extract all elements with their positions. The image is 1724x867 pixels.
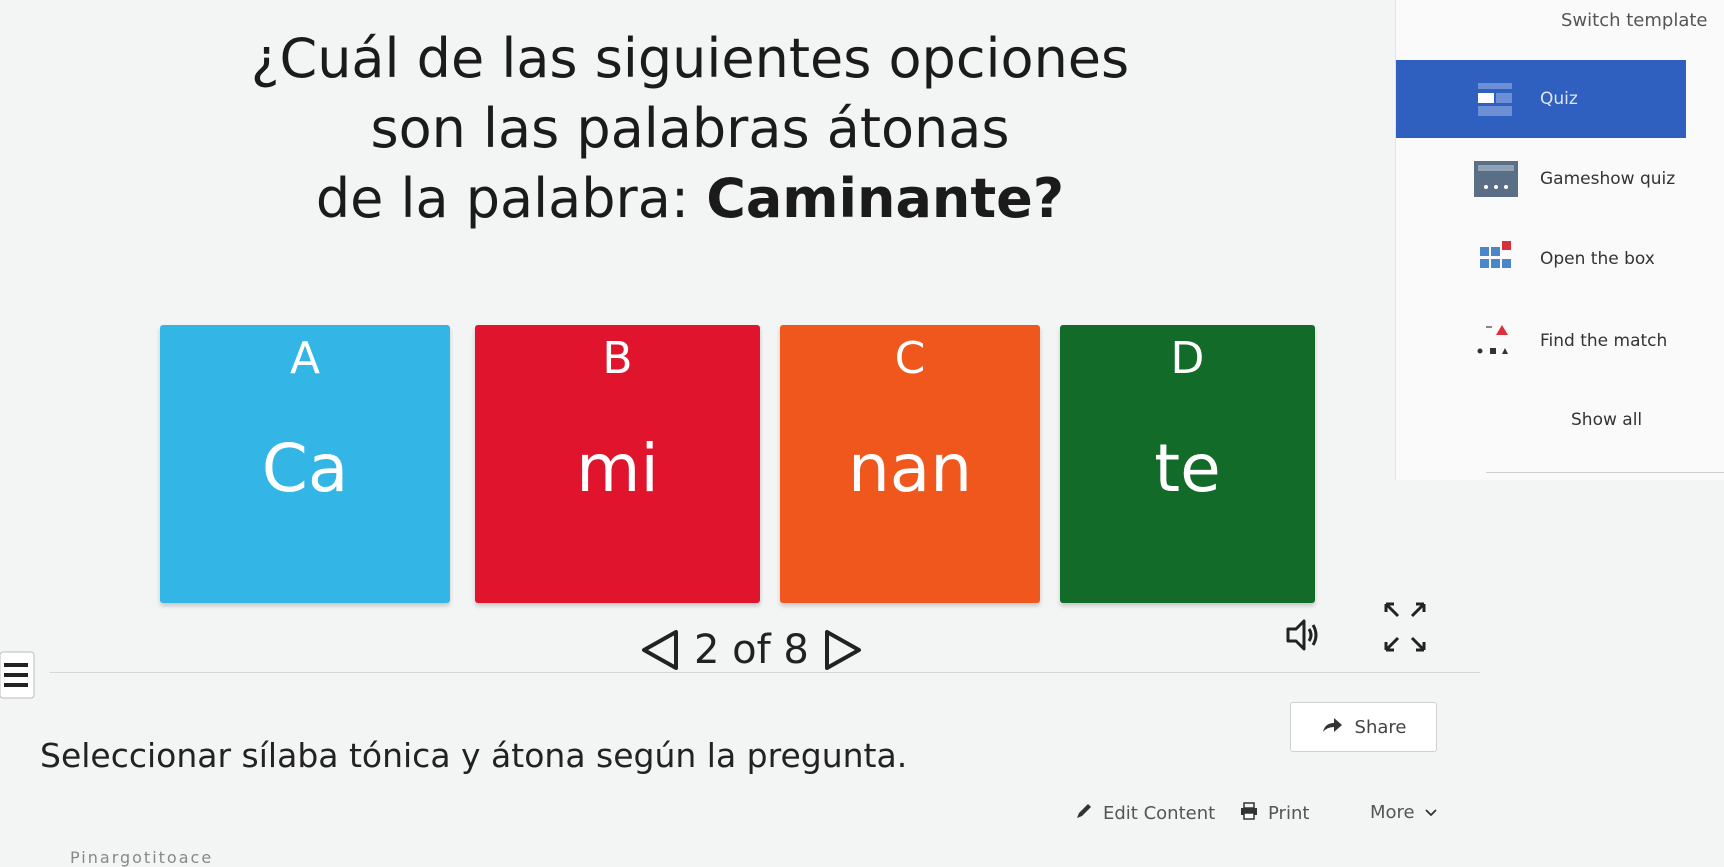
activity-area: ¿Cuál de las siguientes opciones son las…	[0, 0, 1480, 867]
more-label: More	[1370, 802, 1415, 823]
open-the-box-icon	[1472, 239, 1520, 279]
question-keyword: Caminante?	[706, 167, 1065, 230]
template-open-the-box[interactable]: Open the box	[1396, 220, 1686, 298]
answer-text: nan	[847, 430, 973, 507]
activity-description: Seleccionar sílaba tónica y átona según …	[40, 736, 908, 775]
template-name: Gameshow quiz	[1540, 169, 1676, 189]
previous-arrow-icon[interactable]	[640, 628, 680, 672]
template-find-the-match[interactable]: Find the match	[1396, 302, 1686, 380]
template-gameshow-quiz[interactable]: Gameshow quiz	[1396, 140, 1686, 218]
answer-letter: D	[1170, 333, 1205, 384]
switch-template-title: Switch template	[1561, 10, 1708, 31]
question-line-3: de la palabra: Caminante?	[100, 164, 1280, 234]
print-label: Print	[1268, 803, 1310, 824]
answer-card-c[interactable]: C nan	[780, 325, 1040, 603]
template-name: Open the box	[1540, 249, 1655, 269]
answer-letter: A	[289, 333, 321, 384]
question-line-1: ¿Cuál de las siguientes opciones	[250, 27, 1130, 90]
answer-card-d[interactable]: D te	[1060, 325, 1315, 603]
template-quiz[interactable]: Quiz	[1396, 60, 1686, 138]
answer-text: te	[1154, 430, 1221, 507]
question-title: ¿Cuál de las siguientes opciones son las…	[100, 24, 1280, 234]
share-icon	[1321, 716, 1343, 739]
answer-letter: B	[602, 333, 633, 384]
edit-content-label: Edit Content	[1103, 803, 1216, 824]
switch-template-panel: Switch template Quiz Gameshow quiz Open …	[1395, 0, 1724, 480]
answer-card-a[interactable]: A Ca	[160, 325, 450, 603]
author-text: Pinargotitoace	[70, 848, 214, 867]
pagination: 2 of 8	[640, 620, 863, 680]
share-button[interactable]: Share	[1290, 702, 1437, 752]
sound-icon[interactable]	[1282, 615, 1322, 659]
answer-text: Ca	[261, 430, 349, 507]
show-all-link[interactable]: Show all	[1571, 410, 1642, 430]
divider	[50, 672, 1480, 673]
more-menu[interactable]: More	[1370, 802, 1437, 823]
fullscreen-icon[interactable]	[1382, 600, 1428, 658]
print-link[interactable]: Print	[1240, 802, 1309, 825]
template-name: Find the match	[1540, 331, 1668, 351]
gameshow-quiz-icon	[1472, 159, 1520, 199]
find-the-match-icon	[1472, 321, 1520, 361]
pencil-icon	[1075, 802, 1093, 825]
quiz-icon	[1472, 79, 1520, 119]
printer-icon	[1240, 802, 1258, 825]
next-arrow-icon[interactable]	[823, 628, 863, 672]
page-indicator: 2 of 8	[694, 627, 809, 673]
share-label: Share	[1354, 716, 1407, 738]
answer-card-b[interactable]: B mi	[475, 325, 760, 603]
answer-letter: C	[894, 333, 926, 384]
chevron-down-icon	[1424, 802, 1437, 823]
edit-content-link[interactable]: Edit Content	[1075, 802, 1215, 825]
answer-text: mi	[576, 430, 659, 507]
sidebar-divider	[1486, 472, 1724, 473]
template-name: Quiz	[1540, 89, 1578, 109]
question-line-3-prefix: de la palabra:	[315, 167, 707, 230]
question-line-2: son las palabras átonas	[370, 97, 1010, 160]
menu-icon[interactable]	[0, 650, 50, 700]
